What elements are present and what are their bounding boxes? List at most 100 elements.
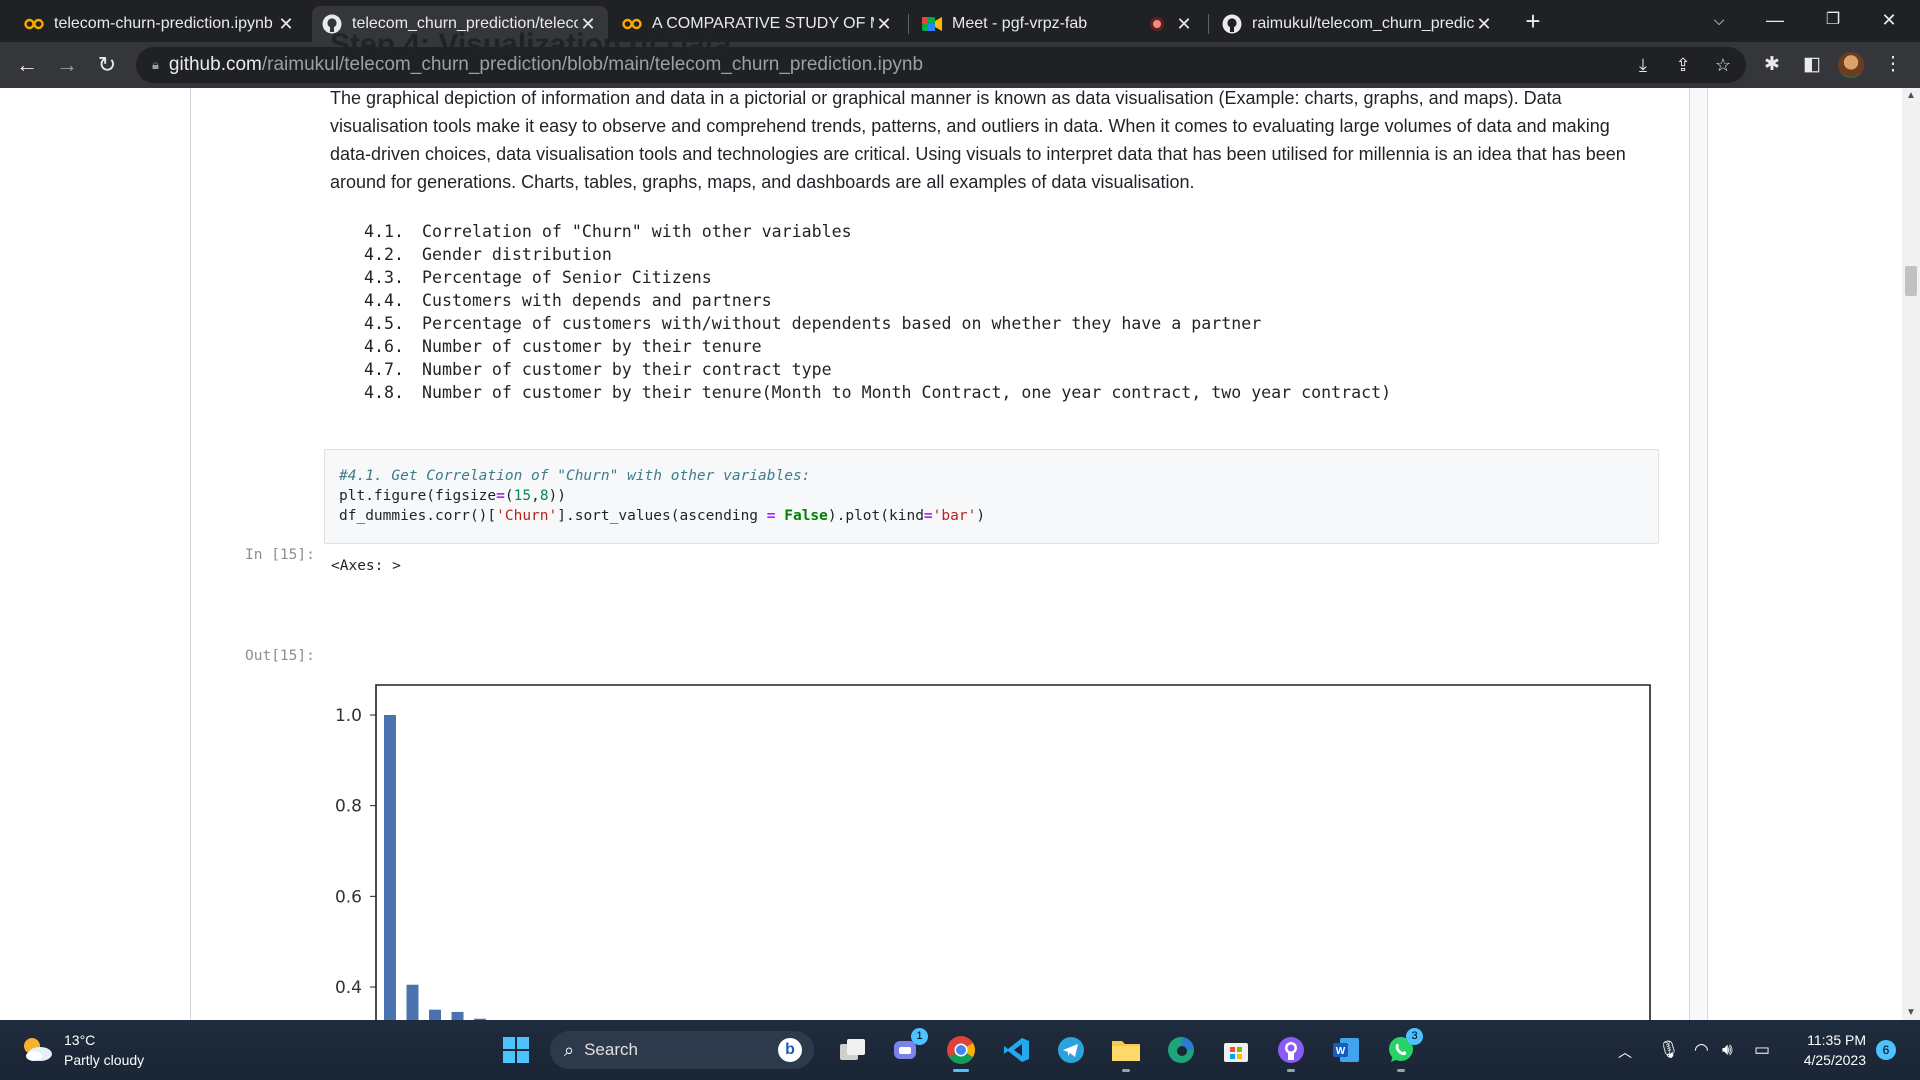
- back-arrow-icon[interactable]: ←: [12, 50, 42, 80]
- teams-chat-button[interactable]: 1: [887, 1028, 928, 1069]
- profile-avatar[interactable]: [1838, 52, 1864, 78]
- close-tab-icon[interactable]: ✕: [276, 14, 296, 35]
- install-app-icon[interactable]: ⤓: [1632, 54, 1654, 76]
- code-token: ,: [531, 488, 540, 504]
- show-hidden-icons-chevron[interactable]: ︿: [1618, 1042, 1632, 1062]
- tab-google-meet[interactable]: Meet - pgf-vrpz-fab ✕: [912, 6, 1204, 42]
- close-tab-icon[interactable]: ✕: [1174, 14, 1194, 35]
- notification-badge: 1: [911, 1028, 928, 1045]
- search-icon: ⌕: [564, 1039, 575, 1060]
- bing-chat-icon[interactable]: b: [778, 1038, 802, 1062]
- tab-colab-notebook[interactable]: telecom-churn-prediction.ipynb ✕: [14, 6, 306, 42]
- whatsapp-taskbar-button[interactable]: 3: [1382, 1028, 1423, 1072]
- github-desktop-taskbar-button[interactable]: [1272, 1031, 1310, 1072]
- list-text: Correlation of "Churn" with other variab…: [422, 222, 852, 241]
- correlation-bar-chart: 1.0 0.8 0.6 0.4: [335, 684, 1651, 1020]
- code-cell[interactable]: #4.1. Get Correlation of "Churn" with ot…: [324, 449, 1659, 544]
- notification-center-badge[interactable]: 6: [1876, 1040, 1896, 1060]
- code-token: ).plot(kind: [827, 508, 924, 524]
- y-tick-label: 1.0: [335, 706, 362, 726]
- list-item: 4.3. Percentage of Senior Citizens: [364, 266, 1391, 289]
- word-taskbar-button[interactable]: W: [1327, 1031, 1365, 1069]
- list-item: 4.1. Correlation of "Churn" with other va…: [364, 220, 1391, 243]
- chrome-taskbar-button[interactable]: [942, 1031, 980, 1072]
- clock-time[interactable]: 11:35 PM: [1800, 1032, 1866, 1048]
- y-tick-label: 0.4: [335, 978, 362, 998]
- scroll-up-arrow-icon[interactable]: ▲: [1906, 90, 1916, 101]
- microsoft-store-taskbar-button[interactable]: [1217, 1031, 1255, 1069]
- list-text: Number of customer by their tenure(Month…: [422, 383, 1392, 402]
- list-text: Percentage of customers with/without dep…: [422, 314, 1262, 333]
- taskbar-search-box[interactable]: ⌕ Search b: [550, 1031, 814, 1069]
- battery-icon[interactable]: ▭: [1754, 1040, 1770, 1060]
- list-item: 4.6. Number of customer by their tenure: [364, 335, 1391, 358]
- forward-arrow-icon[interactable]: →: [52, 50, 82, 80]
- word-icon: W: [1333, 1038, 1359, 1062]
- code-token: ): [976, 508, 986, 524]
- list-item: 4.5. Percentage of customers with/without…: [364, 312, 1391, 335]
- clock-date[interactable]: 4/25/2023: [1790, 1052, 1866, 1068]
- weather-temperature[interactable]: 13°C: [64, 1032, 95, 1048]
- list-text: Gender distribution: [422, 245, 612, 264]
- microphone-icon[interactable]: 🎙︎: [1658, 1040, 1680, 1060]
- file-explorer-taskbar-button[interactable]: [1107, 1031, 1145, 1072]
- intro-paragraph: The graphical depiction of information a…: [330, 88, 1626, 192]
- weather-description[interactable]: Partly cloudy: [64, 1052, 144, 1068]
- tab-separator: [908, 14, 909, 34]
- plot-frame: [375, 684, 1651, 1020]
- tab-title: raimukul/telecom_churn_predicti: [1252, 15, 1474, 32]
- scrollbar-thumb[interactable]: [1905, 266, 1917, 296]
- bookmark-star-icon[interactable]: ☆: [1712, 54, 1734, 76]
- recording-indicator-icon: [1150, 17, 1164, 31]
- task-view-button[interactable]: [834, 1031, 872, 1069]
- volume-icon[interactable]: 🔊︎: [1722, 1040, 1733, 1060]
- more-menu-icon[interactable]: ⋮: [1878, 50, 1908, 80]
- lock-icon: 🔒︎: [152, 57, 159, 72]
- scroll-down-arrow-icon[interactable]: ▼: [1906, 1007, 1916, 1018]
- tab-search-chevron-icon[interactable]: ⌵: [1696, 0, 1742, 40]
- section-heading: Step 4: Visualization of Data: [330, 28, 732, 61]
- vscode-taskbar-button[interactable]: [997, 1031, 1035, 1069]
- windows-start-button[interactable]: [497, 1031, 535, 1069]
- share-icon[interactable]: ⇪: [1672, 54, 1694, 76]
- wifi-icon[interactable]: ◠: [1694, 1040, 1709, 1060]
- list-item: 4.7. Number of customer by their contract…: [364, 358, 1391, 381]
- bar: [451, 1011, 464, 1020]
- tab-separator: [1208, 14, 1209, 34]
- code-token: =: [766, 508, 776, 524]
- edge-taskbar-button[interactable]: [1162, 1031, 1200, 1069]
- close-window-button[interactable]: ✕: [1866, 0, 1912, 40]
- code-token: 15: [513, 488, 532, 504]
- list-number: 4.7.: [364, 360, 404, 379]
- list-number: 4.5.: [364, 314, 404, 333]
- search-label: Search: [584, 1040, 638, 1059]
- code-token: df_dummies.corr()[: [339, 508, 497, 524]
- code-comment: #4.1. Get Correlation of "Churn" with ot…: [339, 468, 811, 484]
- side-panel-icon[interactable]: ◧: [1797, 50, 1827, 80]
- restore-button[interactable]: ❐: [1810, 0, 1856, 40]
- telegram-taskbar-button[interactable]: [1052, 1031, 1090, 1069]
- page-scrollbar[interactable]: ▲ ▼: [1902, 88, 1920, 1020]
- bar: [384, 715, 396, 1020]
- new-tab-button[interactable]: +: [1518, 6, 1548, 36]
- close-tab-icon[interactable]: ✕: [1474, 14, 1494, 35]
- notification-badge: 3: [1406, 1028, 1423, 1045]
- tab-github-raimukul[interactable]: raimukul/telecom_churn_predicti ✕: [1212, 6, 1504, 42]
- list-number: 4.8.: [364, 383, 404, 402]
- close-tab-icon[interactable]: ✕: [874, 14, 894, 35]
- running-indicator: [1397, 1069, 1405, 1072]
- code-token: 8: [539, 488, 549, 504]
- windows-logo-icon: [503, 1037, 529, 1063]
- browser-tab-strip: telecom-churn-prediction.ipynb ✕ telecom…: [0, 0, 1920, 42]
- windows-taskbar: 13°C Partly cloudy ⌕ Search b 1 W 3 ︿ 🎙︎…: [0, 1020, 1920, 1080]
- input-prompt: In [15]:: [245, 547, 315, 563]
- y-tick-label: 0.6: [335, 887, 362, 907]
- colab-icon: [24, 14, 44, 34]
- code-line: #4.1. Get Correlation of "Churn" with ot…: [339, 466, 1644, 486]
- code-token: plt.figure(figsize: [339, 488, 497, 504]
- running-indicator: [1287, 1069, 1295, 1072]
- reload-icon[interactable]: ↻: [92, 50, 122, 80]
- extensions-puzzle-icon[interactable]: ✱: [1757, 50, 1787, 80]
- minimize-button[interactable]: —: [1752, 0, 1798, 40]
- bar: [429, 1009, 441, 1020]
